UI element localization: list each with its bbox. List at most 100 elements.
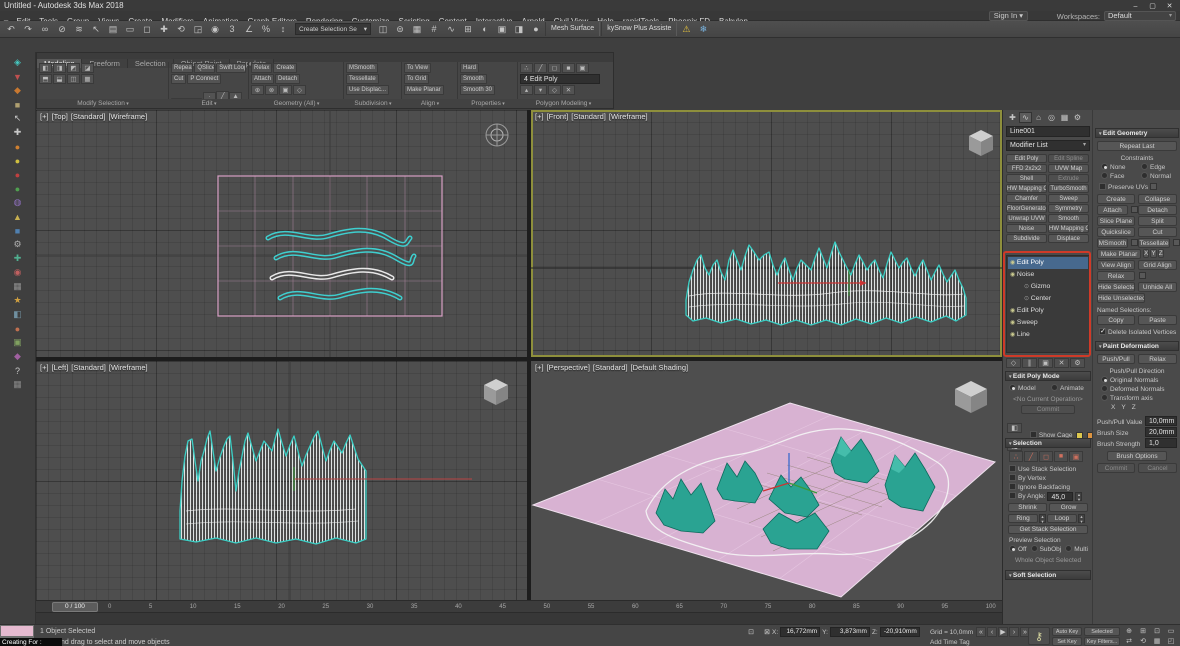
push-pull-button[interactable]: Push/Pull — [1097, 354, 1135, 364]
to-grid-button[interactable]: To Grid — [404, 74, 429, 84]
push-pull-value-field[interactable]: 10,0mm — [1145, 416, 1177, 426]
orbit-icon[interactable]: ⟲ — [1136, 636, 1150, 646]
transform-axis-radio[interactable]: Transform axis — [1101, 394, 1153, 403]
vertex-subobject-icon[interactable]: ∴ — [1009, 451, 1023, 462]
modifier-set-button[interactable]: HW Mapping Clear — [1048, 224, 1089, 233]
brush-size-field[interactable]: 20,0mm — [1145, 427, 1177, 437]
qslice-button[interactable]: QSlice — [194, 63, 215, 73]
mesh-surface-button[interactable]: Mesh Surface — [545, 22, 600, 36]
attach-button[interactable]: Attach — [1097, 205, 1128, 215]
zoom-icon[interactable]: ⊕ — [1122, 626, 1136, 636]
select-and-link-icon[interactable]: ∞ — [37, 22, 53, 36]
loop-button[interactable]: Loop — [1047, 514, 1077, 523]
paint-relax-button[interactable]: Relax — [1138, 354, 1177, 364]
constraint-normal-radio[interactable]: Normal — [1141, 172, 1171, 181]
swift-loop-button[interactable]: Swift Loop — [216, 63, 246, 73]
to-view-button[interactable]: To View — [404, 63, 431, 73]
attach-list-icon[interactable] — [1131, 206, 1138, 213]
skysnow-assistant-button[interactable]: kySnow Plus Assiste — [601, 22, 677, 36]
show-end-result-icon[interactable]: ∥ — [1022, 358, 1037, 368]
auto-key-button[interactable]: Auto Key — [1052, 627, 1082, 636]
use-displacement-button[interactable]: Use Displac... — [346, 85, 389, 95]
preserve-uvs-settings-icon[interactable] — [1150, 183, 1157, 190]
subobject-level-icon[interactable]: ▣ — [576, 63, 589, 73]
left-toolbar-icon[interactable]: ◉ — [10, 266, 26, 279]
window-crossing-icon[interactable]: ◻ — [139, 22, 155, 36]
viewport-general-menu[interactable]: [+] — [40, 112, 49, 121]
paint-axis-y-radio[interactable]: Y — [1121, 403, 1125, 412]
modifier-set-button[interactable]: Sweep — [1048, 194, 1089, 203]
detach-button[interactable]: Detach — [275, 74, 300, 84]
attach-button[interactable]: Attach — [251, 74, 274, 84]
by-angle-field[interactable]: 45,0 — [1047, 492, 1073, 501]
by-vertex-checkbox[interactable]: By Vertex — [1009, 474, 1046, 483]
quickslice-button[interactable]: Quickslice — [1097, 227, 1135, 237]
warning-icon[interactable]: ⚠ — [678, 22, 694, 36]
next-frame-button[interactable]: › — [1009, 627, 1019, 637]
make-planar-button[interactable]: Make Planar — [1097, 249, 1141, 259]
selection-region-icon[interactable]: ▭ — [122, 22, 138, 36]
rendered-frame-window-icon[interactable]: ◨ — [511, 22, 527, 36]
zoom-extents-icon[interactable]: ⊡ — [1150, 626, 1164, 636]
left-toolbar-icon[interactable]: ✚ — [10, 252, 26, 265]
viewport-top[interactable]: [+][Top][Standard][Wireframe] — [36, 110, 527, 357]
modifier-set-button[interactable]: Smooth — [1048, 214, 1089, 223]
left-toolbar-icon[interactable]: ? — [10, 364, 26, 377]
snaps-toggle-icon[interactable]: 3 — [224, 22, 240, 36]
make-planar-y-button[interactable]: Y — [1150, 249, 1156, 258]
msmooth-button[interactable]: MSmooth — [346, 63, 378, 73]
left-toolbar-icon[interactable]: ■ — [10, 224, 26, 237]
constraint-icon[interactable]: ▲ — [229, 92, 242, 100]
modify-selection-tool-icon[interactable]: ◫ — [67, 74, 80, 84]
section-label-modify-selection[interactable]: Modify Selection — [37, 99, 169, 108]
left-toolbar-icon[interactable]: ● — [10, 154, 26, 167]
spinner-icon[interactable]: ▴▾ — [1039, 514, 1046, 523]
display-tab[interactable]: ▦ — [1058, 112, 1071, 123]
viewport-shading-menu[interactable]: [Wireframe] — [109, 363, 148, 372]
brush-strength-field[interactable]: 1,0 — [1145, 438, 1177, 448]
modifier-stack-item[interactable]: Center — [1008, 293, 1088, 305]
object-name-field[interactable]: Line001 — [1006, 126, 1090, 137]
modifier-set-button[interactable]: Subdivide — [1006, 234, 1047, 243]
edge-subobject-icon[interactable]: ╱ — [1024, 451, 1038, 462]
viewport-shading-menu[interactable]: [Wireframe] — [609, 112, 648, 121]
tessellate-button[interactable]: Tessellate — [346, 74, 379, 84]
paint-deformation-rollout-header[interactable]: Paint Deformation — [1095, 341, 1179, 351]
left-toolbar-icon[interactable]: ★ — [10, 294, 26, 307]
repeat-last-button[interactable]: Repeat Last — [1097, 141, 1177, 151]
undo-icon[interactable]: ↶ — [3, 22, 19, 36]
deformed-normals-radio[interactable]: Deformed Normals — [1101, 385, 1165, 394]
relax-button[interactable]: Relax — [1097, 271, 1135, 281]
hide-selected-button[interactable]: Hide Selected — [1097, 282, 1135, 292]
go-to-start-button[interactable]: « — [976, 627, 986, 637]
viewport-shading-menu[interactable]: [Wireframe] — [108, 112, 147, 121]
soft-selection-rollout-header[interactable]: Soft Selection — [1005, 570, 1091, 580]
modify-tab[interactable]: ∿ — [1019, 112, 1032, 123]
left-toolbar-icon[interactable]: ✚ — [10, 126, 26, 139]
viewport-shading-menu[interactable]: [Default Shading] — [631, 363, 689, 372]
modifier-set-button[interactable]: Displace — [1048, 234, 1089, 243]
epm-settings-icon[interactable]: ◧ — [1007, 423, 1022, 433]
previous-frame-button[interactable]: ‹ — [987, 627, 997, 637]
viewport-general-menu[interactable]: [+] — [40, 363, 49, 372]
modify-selection-tool-icon[interactable]: ▦ — [81, 74, 94, 84]
select-and-move-icon[interactable]: ✚ — [156, 22, 172, 36]
left-toolbar-icon[interactable]: ▦ — [10, 378, 26, 391]
left-toolbar-icon[interactable]: ◆ — [10, 350, 26, 363]
mirror-icon[interactable]: ◫ — [375, 22, 391, 36]
current-modifier-dropdown[interactable]: 4 Edit Poly — [520, 74, 600, 84]
ignore-backfacing-checkbox[interactable]: Ignore Backfacing — [1009, 483, 1070, 492]
constraint-none-radio[interactable]: None — [1101, 163, 1126, 172]
section-label-edit[interactable]: Edit — [169, 99, 249, 108]
detach-button[interactable]: Detach — [1138, 205, 1177, 215]
remove-modifier-icon[interactable]: ✕ — [1054, 358, 1069, 368]
left-toolbar-icon[interactable]: ▣ — [10, 336, 26, 349]
split-button[interactable]: Split — [1138, 216, 1177, 226]
y-coordinate-field[interactable]: 3,873mm — [830, 627, 870, 637]
by-angle-checkbox[interactable]: By Angle: — [1009, 492, 1045, 501]
bind-to-space-warp-icon[interactable]: ≋ — [71, 22, 87, 36]
brush-options-button[interactable]: Brush Options — [1107, 451, 1167, 461]
modify-selection-tool-icon[interactable]: ◨ — [53, 63, 66, 73]
layer-manager-icon[interactable]: ▦ — [409, 22, 425, 36]
modifier-set-button[interactable]: Unwrap UVW — [1006, 214, 1047, 223]
